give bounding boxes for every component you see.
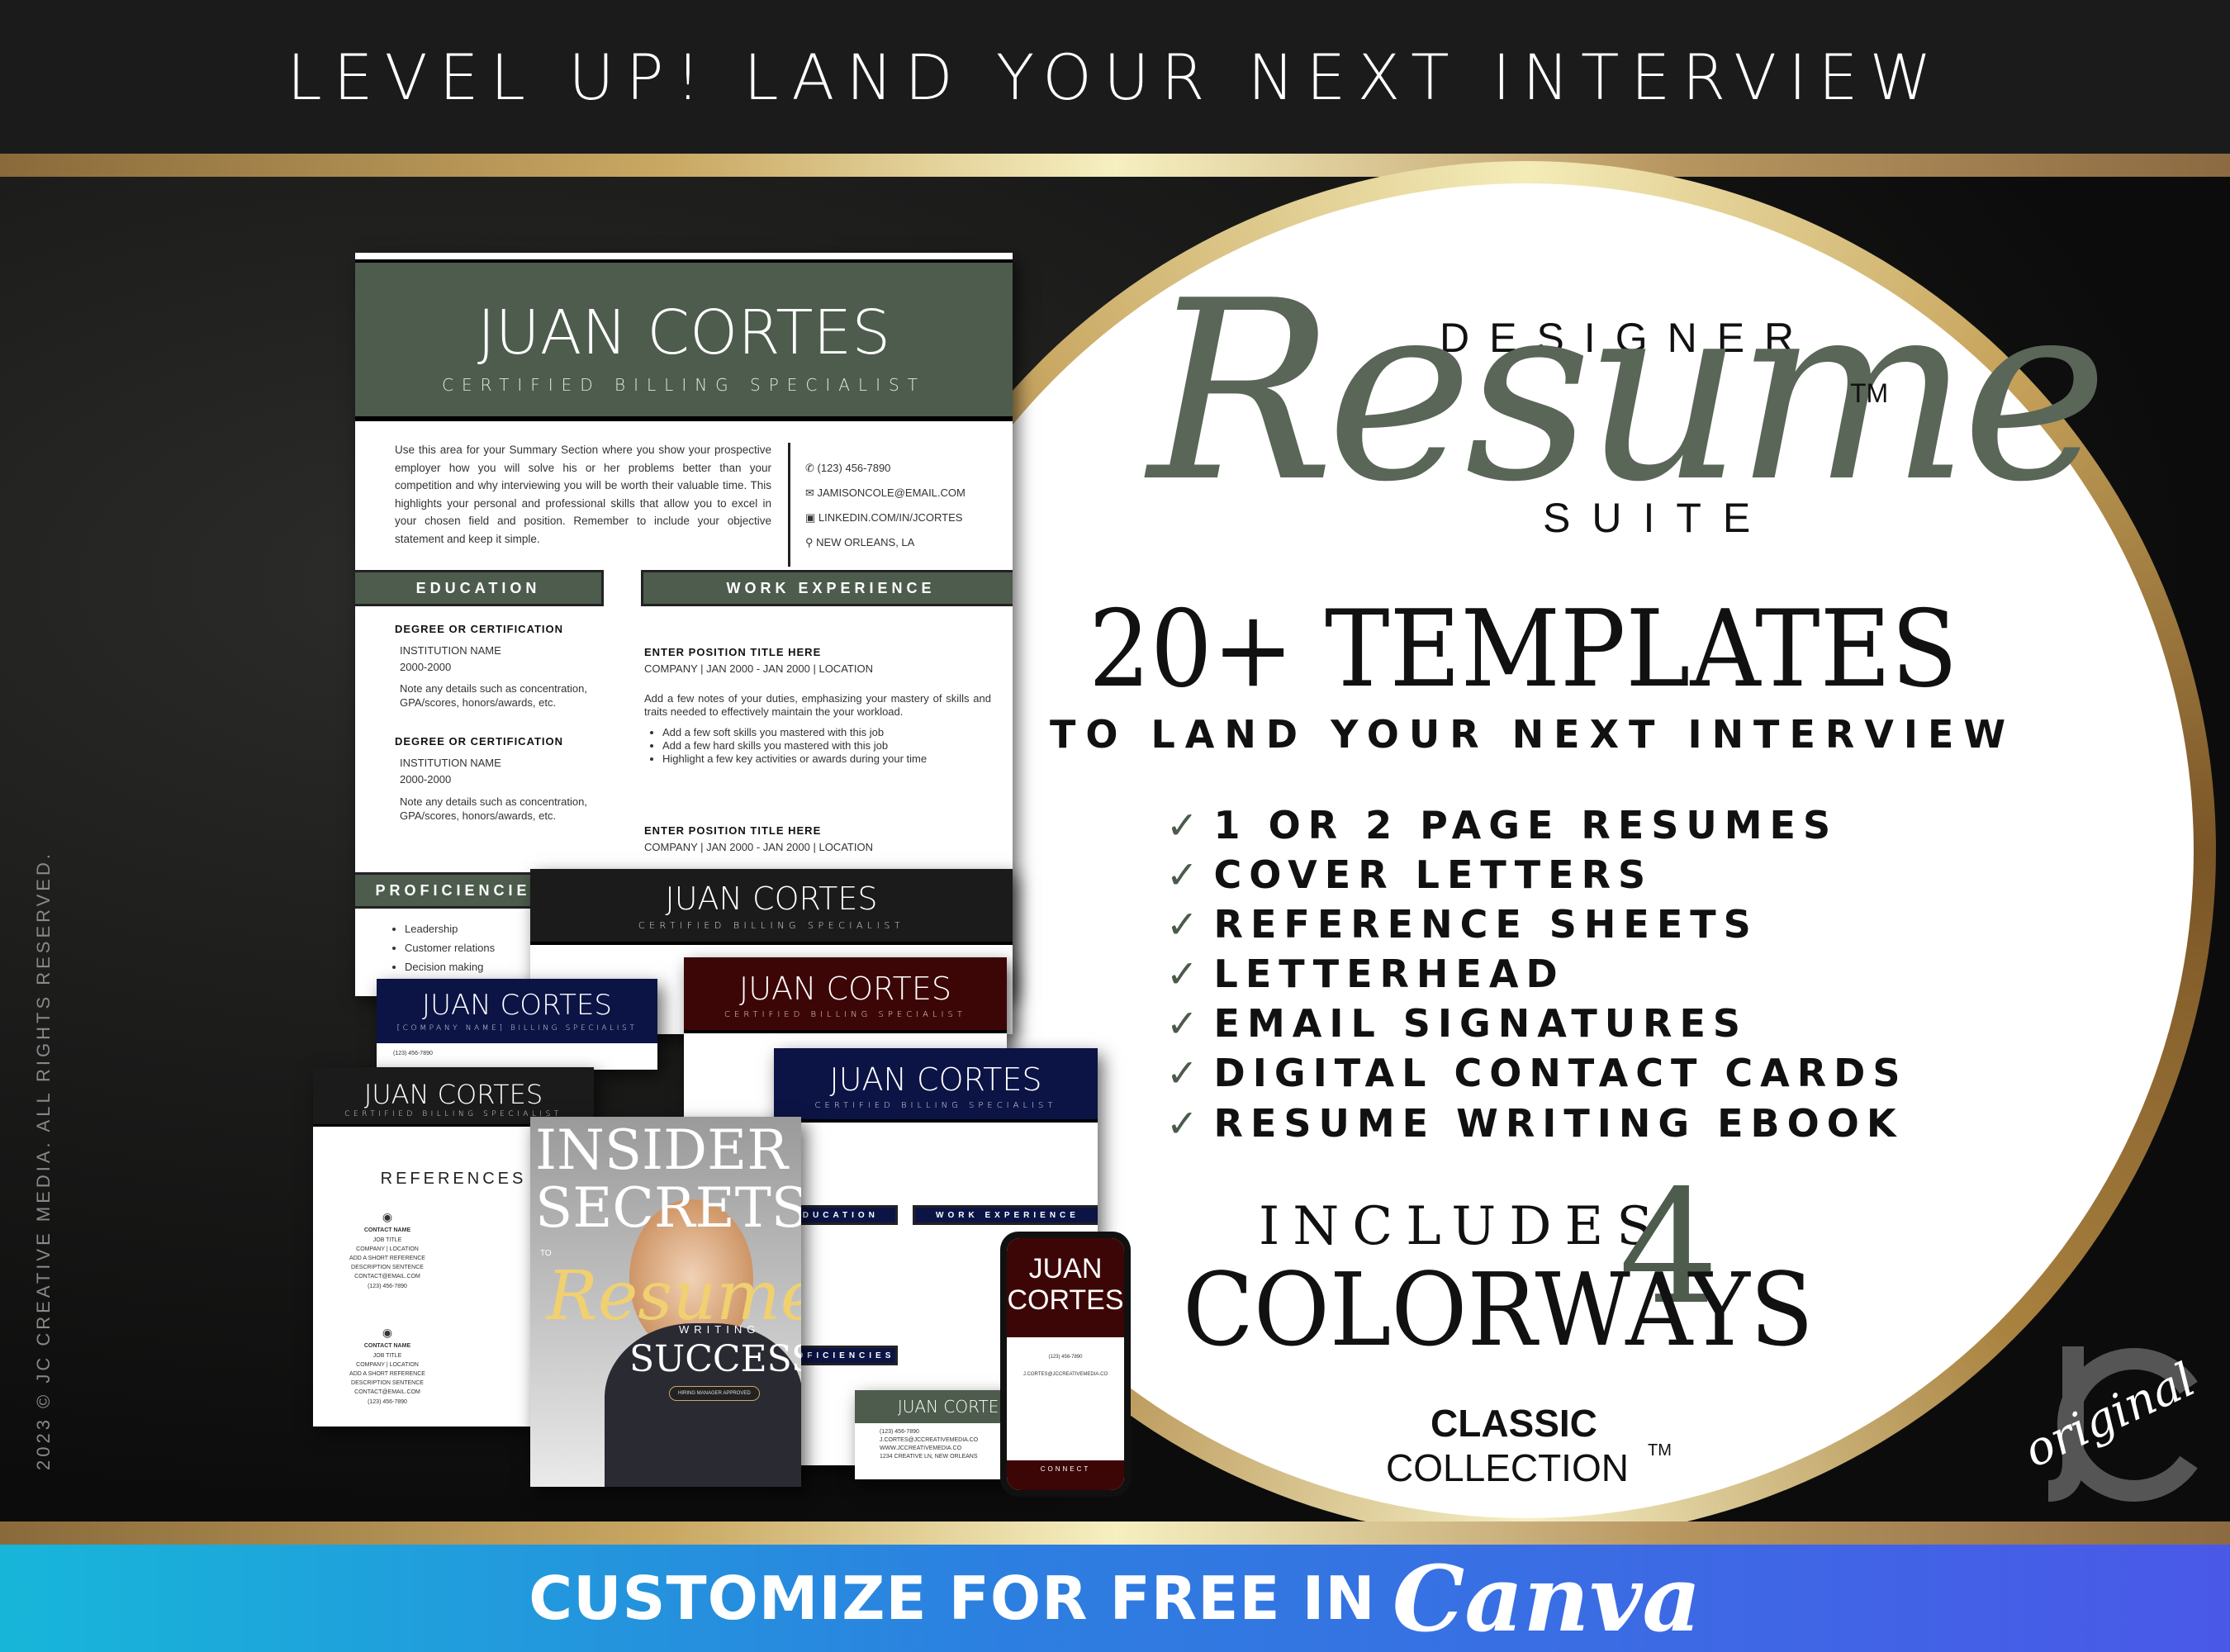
- headline: LEVEL UP! LAND YOUR NEXT INTERVIEW: [287, 40, 1943, 114]
- feature-item: ✓ DIGITAL CONTACT CARDS: [1166, 1051, 1908, 1095]
- email-icon: ✉: [805, 486, 818, 499]
- person-icon: ◉: [382, 1210, 393, 1223]
- canva-logo: Canva: [1392, 1545, 1701, 1652]
- work-heading: WORK EXPERIENCE: [641, 570, 1013, 606]
- gold-divider: [0, 154, 2230, 177]
- feature-item: ✓ EMAIL SIGNATURES: [1166, 1001, 1748, 1046]
- jc-original-logo: original: [2015, 1338, 2205, 1503]
- gold-divider: [0, 1521, 2230, 1545]
- person-icon: ◉: [382, 1326, 393, 1339]
- resume-script: Resume: [1148, 248, 2109, 536]
- education-list: DEGREE OR CERTIFICATION INSTITUTION NAME…: [395, 623, 587, 822]
- canva-banner: CUSTOMIZE FOR FREE IN Canva: [0, 1545, 2230, 1652]
- check-icon: ✓: [1166, 952, 1206, 996]
- resume-navy-company: JUAN CORTES [COMPANY NAME] BILLING SPECIA…: [377, 979, 657, 1070]
- reference-item: ◉ CONTACT NAME JOB TITLE COMPANY | LOCATION…: [338, 1208, 437, 1291]
- approved-badge: HIRING MANAGER APPROVED: [669, 1386, 760, 1401]
- resume-name: JUAN CORTES: [477, 297, 891, 368]
- summary: Use this area for your Summary Section w…: [395, 444, 771, 545]
- check-icon: ✓: [1166, 852, 1206, 897]
- check-icon: ✓: [1166, 1001, 1206, 1046]
- classic-label: CLASSIC: [1431, 1402, 1597, 1445]
- phone-icon: ✆: [805, 462, 818, 474]
- work-list: ENTER POSITION TITLE HERE COMPANY | JAN …: [644, 644, 991, 857]
- top-banner: LEVEL UP! LAND YOUR NEXT INTERVIEW: [0, 0, 2230, 154]
- check-icon: ✓: [1166, 1101, 1206, 1146]
- resume-header: JUAN CORTES CERTIFIED BILLING SPECIALIST: [355, 259, 1013, 421]
- check-icon: ✓: [1166, 902, 1206, 947]
- includes-label: INCLUDES: [1259, 1196, 1667, 1257]
- skills-list: LeadershipCustomer relationsDecision mak…: [405, 920, 495, 976]
- ebook-cover: INSIDER SECRETS TO Resume WRITING SUCCES…: [530, 1117, 801, 1487]
- linkedin-icon: ▣: [805, 510, 818, 524]
- education-heading: EDUCATION: [355, 570, 604, 606]
- feature-item: ✓ RESUME WRITING EBOOK: [1166, 1101, 1904, 1146]
- location-icon: ⚲: [805, 535, 817, 548]
- cta-text: CUSTOMIZE FOR FREE IN: [529, 1564, 1376, 1633]
- check-icon: ✓: [1166, 1051, 1206, 1095]
- check-icon: ✓: [1166, 803, 1206, 847]
- colorways-label: COLORWAYS: [1183, 1251, 1814, 1369]
- copyright: 2023 © JC CREATIVE MEDIA. ALL RIGHTS RES…: [33, 851, 54, 1470]
- trademark: TM: [1850, 378, 1889, 408]
- divider: [788, 443, 790, 567]
- feature-item: ✓ 1 OR 2 PAGE RESUMES: [1166, 803, 1839, 847]
- feature-item: ✓ COVER LETTERS: [1166, 852, 1654, 897]
- feature-item: ✓ LETTERHEAD: [1166, 952, 1565, 996]
- contact-list: ✆ (123) 456-7890 ✉ JAMISONCOLE@EMAIL.COM…: [805, 462, 966, 548]
- feature-item: ✓ REFERENCE SHEETS: [1166, 902, 1758, 947]
- collection-trademark: TM: [1648, 1441, 1672, 1460]
- phone-mockup: JUAN CORTES (123) 456-7890 J.CORTES@JCCREA…: [1000, 1232, 1131, 1497]
- suite-label: SUITE: [1543, 495, 1772, 541]
- resume-title: CERTIFIED BILLING SPECIALIST: [442, 375, 926, 395]
- collection-label: COLLECTION: [1386, 1446, 1629, 1489]
- reference-item: ◉ CONTACT NAME JOB TITLE COMPANY | LOCATION…: [338, 1323, 437, 1407]
- tagline: TO LAND YOUR NEXT INTERVIEW: [1050, 712, 2016, 757]
- templates-count: 20+ TEMPLATES: [1089, 588, 1958, 711]
